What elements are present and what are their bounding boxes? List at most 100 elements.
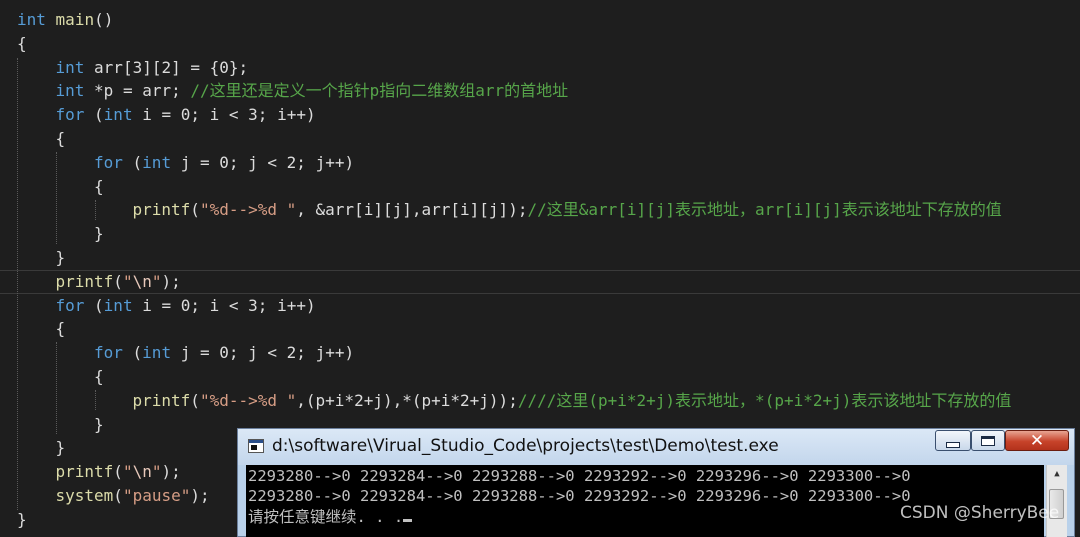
- code-line: {: [0, 127, 1080, 151]
- code-token-kw: for: [55, 295, 85, 315]
- code-text: for (int j = 0; j < 2; j++): [94, 151, 354, 175]
- code-token-var: }: [94, 224, 104, 244]
- code-line: printf("\n");: [0, 270, 1080, 294]
- code-text: {: [94, 175, 104, 199]
- console-scrollbar[interactable]: ▲: [1046, 465, 1067, 537]
- code-token-var: }: [94, 414, 104, 434]
- code-line: {: [0, 317, 1080, 341]
- code-text: system("pause");: [56, 484, 210, 508]
- code-line: for (int i = 0; i < 3; i++): [0, 103, 1080, 127]
- console-output-line: 2293280-->0 2293284-->0 2293288-->0 2293…: [248, 467, 911, 485]
- code-token-str: "%d-->%d ": [199, 390, 297, 410]
- code-token-var: );: [161, 462, 181, 482]
- code-text: }: [56, 436, 66, 460]
- code-token-kw: int: [142, 343, 172, 363]
- code-token-cm: ////这里(p+i*2+j)表示地址，*(p+i*2+j)表示该地址下存放的值: [517, 390, 1012, 410]
- code-token-var: (: [190, 390, 200, 410]
- code-token-str: ": [122, 462, 133, 482]
- maximize-button[interactable]: [971, 430, 1005, 451]
- code-token-var: );: [190, 486, 210, 505]
- code-line: printf("%d-->%d ", &arr[i][j],arr[i][j])…: [0, 198, 1080, 222]
- code-line: {: [0, 175, 1080, 199]
- code-token-esc: \n: [132, 271, 152, 291]
- code-text: {: [17, 32, 27, 56]
- code-token-fn: main: [55, 10, 95, 29]
- code-token-var: (: [84, 295, 104, 315]
- code-token-kw: int: [103, 295, 133, 315]
- code-token-var: (: [122, 152, 143, 172]
- code-token-var: {: [55, 319, 66, 339]
- code-text: }: [94, 413, 104, 437]
- code-token-str: ": [122, 271, 133, 291]
- code-token-var: , &arr[i][j],arr[i][j]);: [296, 200, 528, 220]
- code-text: {: [56, 317, 66, 341]
- code-text: int *p = arr; //这里还是定义一个指针p指向二维数组arr的首地址: [56, 79, 569, 103]
- code-text: }: [17, 508, 27, 532]
- code-text: int main(): [17, 8, 113, 32]
- close-button[interactable]: ✕: [1005, 430, 1069, 451]
- code-token-kw: for: [94, 152, 123, 172]
- code-token-var: arr[3][2] = {0};: [84, 57, 249, 77]
- minimize-icon: [946, 441, 960, 448]
- code-token-cm: //这里还是定义一个指针p指向二维数组arr的首地址: [190, 81, 569, 101]
- code-text: int arr[3][2] = {0};: [56, 56, 249, 80]
- code-token-fn: system: [55, 486, 114, 505]
- code-token-str: "pause": [122, 486, 191, 505]
- code-token-fn: printf: [132, 390, 191, 410]
- code-token-var: j = 0; j < 2; j++): [171, 152, 355, 172]
- console-app-icon: [248, 439, 264, 453]
- code-token-kw: int: [17, 10, 46, 29]
- code-token-kw: for: [55, 105, 85, 125]
- console-cursor: [403, 519, 413, 522]
- code-text: for (int j = 0; j < 2; j++): [94, 341, 354, 365]
- code-token-fn: printf: [132, 200, 191, 220]
- code-token-var: (): [94, 10, 114, 29]
- code-token-var: (: [113, 271, 123, 291]
- code-text: for (int i = 0; i < 3; i++): [56, 294, 316, 318]
- code-token-var: ,(p+i*2+j),*(p+i*2+j));: [296, 390, 518, 410]
- console-output-line: 2293280-->0 2293284-->0 2293288-->0 2293…: [248, 487, 911, 505]
- code-token-var: (: [190, 200, 200, 220]
- code-text: {: [56, 127, 66, 151]
- scroll-up-arrow-icon[interactable]: ▲: [1047, 465, 1067, 483]
- console-title: d:\software\Virual_Studio_Code\projects\…: [272, 436, 779, 456]
- console-title-bar[interactable]: d:\software\Virual_Studio_Code\projects\…: [238, 429, 1074, 465]
- code-text: printf("\n");: [56, 270, 181, 294]
- code-token-kw: int: [55, 81, 85, 101]
- code-token-var: j = 0; j < 2; j++): [171, 343, 355, 363]
- watermark: CSDN @SherryBee: [900, 503, 1060, 523]
- minimize-button[interactable]: [935, 430, 971, 451]
- code-token-var: }: [55, 438, 66, 458]
- code-token-cm: //这里&arr[i][j]表示地址，arr[i][j]表示该地址下存放的值: [527, 200, 1002, 220]
- code-token-str: "%d-->%d ": [199, 200, 297, 220]
- code-line: int main(): [0, 8, 1080, 32]
- code-line: int *p = arr; //这里还是定义一个指针p指向二维数组arr的首地址: [0, 79, 1080, 103]
- code-line: }: [0, 222, 1080, 246]
- code-token-var: {: [94, 367, 104, 386]
- code-token-var: i = 0; i < 3; i++): [132, 295, 316, 315]
- code-token-var: i = 0; i < 3; i++): [132, 105, 316, 125]
- code-token-fn: printf: [55, 271, 114, 291]
- code-token-kw: int: [55, 57, 85, 77]
- code-token-var: (: [113, 462, 123, 482]
- code-token-var: );: [161, 271, 181, 291]
- code-token-var: (: [122, 343, 143, 363]
- code-token-fn: printf: [55, 462, 114, 482]
- console-output[interactable]: 2293280-->0 2293284-->0 2293288-->0 2293…: [246, 465, 1044, 537]
- code-text: printf("\n");: [56, 460, 181, 484]
- code-token-var: [46, 10, 56, 29]
- close-icon: ✕: [1029, 430, 1045, 451]
- code-line: for (int j = 0; j < 2; j++): [0, 151, 1080, 175]
- code-token-var: {: [94, 176, 104, 196]
- code-line: {: [0, 365, 1080, 389]
- code-token-var: {: [55, 129, 66, 148]
- code-token-var: }: [55, 248, 66, 267]
- console-output-line: 请按任意键继续. . .: [248, 507, 413, 527]
- code-token-var: (: [84, 105, 104, 125]
- code-line: printf("%d-->%d ",(p+i*2+j),*(p+i*2+j));…: [0, 389, 1080, 413]
- code-line: for (int j = 0; j < 2; j++): [0, 341, 1080, 365]
- code-text: }: [56, 246, 66, 270]
- maximize-icon: [981, 435, 995, 446]
- code-token-kw: int: [142, 152, 172, 172]
- code-token-kw: for: [94, 343, 123, 363]
